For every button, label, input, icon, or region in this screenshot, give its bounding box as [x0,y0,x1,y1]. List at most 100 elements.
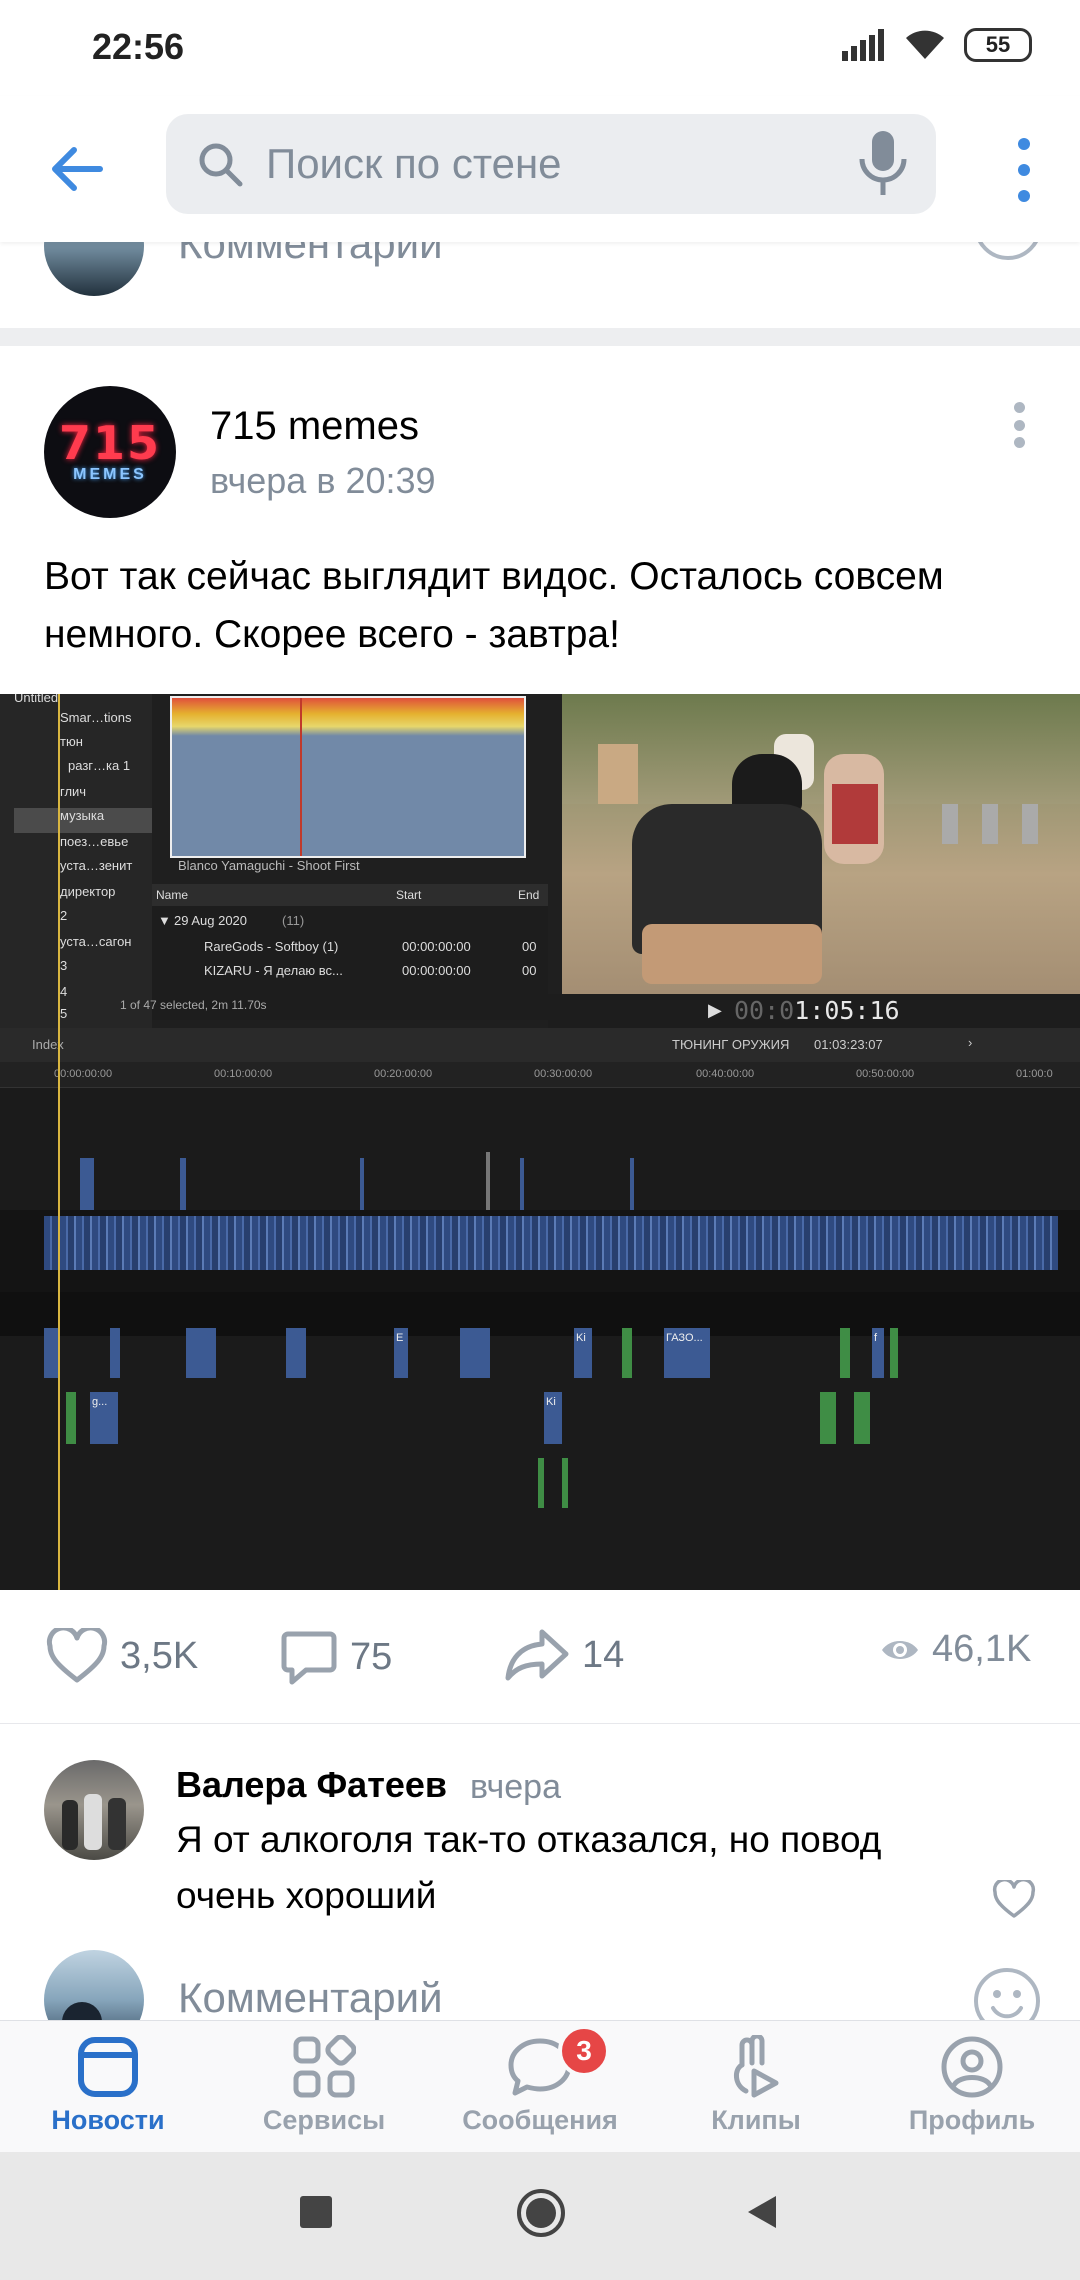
tab-label: Сервисы [262,2105,386,2135]
post-options-button[interactable] [1014,402,1026,448]
timecode-bar: ▶ 00:01:05:16 [548,994,1080,1028]
timecode-dim: 00:0 [734,996,795,1025]
recent-apps-icon[interactable] [296,2192,336,2232]
column-end: End [518,888,540,902]
home-icon[interactable] [514,2186,568,2240]
chevron-right-icon: › [968,1035,973,1050]
clip-list-header: Name Start End [152,884,548,906]
emoji-icon[interactable] [972,1966,1042,2020]
comment-button[interactable]: 75 [280,1628,392,1686]
library-item: глич [60,784,87,799]
clip-group-count: (11) [282,913,305,928]
comment-count: 75 [350,1635,393,1678]
comment-author[interactable]: Валера Фатеев [176,1764,447,1806]
heart-icon [46,1628,108,1683]
comment-time: вчера [470,1768,561,1806]
project-name: ТЮНИНГ ОРУЖИЯ [672,1037,790,1052]
tab-label: Новости [51,2105,165,2135]
status-bar: 22:56 55 [0,0,1080,96]
ruler-mark: 00:40:00:00 [696,1068,755,1080]
avatar-logo-number: 715 [58,416,162,470]
clip-label: Ki [576,1332,586,1344]
clip-label: E [396,1332,404,1344]
more-dot [1018,164,1030,176]
more-dot [1018,138,1030,150]
ruler-mark: 00:10:00:00 [214,1068,273,1080]
column-start: Start [396,888,422,902]
tab-clips[interactable]: Клипы [648,2021,864,2153]
bottom-tab-bar: Новости Сервисы 3 Сообщения Клипы Профил… [0,2020,1080,2152]
search-field[interactable]: Поиск по стене [166,114,936,214]
views-counter: 46,1K [880,1628,1031,1671]
battery-indicator: 55 [964,28,1032,62]
tab-label: Клипы [711,2105,801,2135]
post-time: вчера в 20:39 [210,460,436,501]
comment-input-row[interactable]: Комментарий [0,1944,1080,2020]
community-avatar[interactable]: 715 MEMES [44,386,176,518]
ruler-mark: 01:00:0 [1016,1068,1053,1080]
clip-group-row: ▼ 29 Aug 2020 (11) [158,913,305,928]
ruler-mark: 00:00:00:00 [54,1068,113,1080]
emoji-icon[interactable] [974,242,1042,260]
tab-services[interactable]: Сервисы [216,2021,432,2153]
comment-input[interactable]: Комментарий [178,1974,443,2020]
table-row: KIZARU - Я делаю вс... 00:00:00:00 00 [152,960,548,984]
share-count: 14 [582,1633,625,1676]
like-button[interactable]: 3,5K [46,1628,198,1684]
commenter-avatar[interactable] [44,1760,144,1860]
more-menu-button[interactable] [1012,138,1036,202]
share-arrow-icon [505,1629,569,1681]
clip-group-date: 29 Aug 2020 [174,913,248,928]
tab-news[interactable]: Новости [0,2021,216,2153]
post-separator [0,328,1080,346]
timeline-toolbar: Index ТЮНИНГ ОРУЖИЯ 01:03:23:07 › [0,1028,1080,1062]
views-count: 46,1K [932,1628,1032,1670]
library-item: музыка [14,808,152,833]
audio-waveform [170,696,526,858]
library-item: 3 [60,958,68,973]
search-icon [199,143,243,187]
status-time: 22:56 [92,26,185,67]
clip-start: 00:00:00:00 [402,963,471,978]
ruler-mark: 00:50:00:00 [856,1068,915,1080]
tab-label: Профиль [908,2105,1036,2135]
user-avatar [44,242,144,296]
clip-end: 00 [522,939,537,954]
services-grid-icon [293,2035,356,2098]
timecode-value: 1:05:16 [794,996,900,1025]
clip-end: 00 [522,963,537,978]
back-arrow-icon[interactable] [46,138,108,200]
more-dot [1018,190,1030,202]
post-image[interactable]: Untitled Smar…tions тюн разг…ка 1 глич м… [0,694,1080,1590]
post-author[interactable]: 715 memes [210,404,419,449]
column-name: Name [156,888,189,902]
clip-start: 00:00:00:00 [402,939,471,954]
system-navigation-bar [0,2152,1080,2280]
clip-name: RareGods - Softboy (1) [204,939,339,954]
messages-badge: 3 [558,2025,610,2077]
more-dot [1014,437,1025,448]
profile-icon [941,2036,1003,2098]
timeline-playhead [58,694,60,1590]
clip-label: Ki [546,1396,556,1408]
library-item: тюн [60,734,83,749]
post-actions: 3,5K 75 14 46,1K [0,1590,1080,1724]
microphone-icon[interactable] [856,129,910,199]
share-button[interactable]: 14 [504,1628,624,1682]
news-icon [78,2037,138,2097]
timecode-display: 00:01:05:16 [734,996,900,1025]
comment-like-icon[interactable] [992,1880,1036,1920]
timeline-ruler: 00:00:00:00 00:10:00:00 00:20:00:00 00:3… [0,1062,1080,1088]
more-dot [1014,402,1025,413]
back-triangle-icon[interactable] [742,2192,782,2232]
clip-label: g... [92,1396,108,1408]
previous-comment-input[interactable]: Комментарий [0,242,1080,328]
comment-placeholder[interactable]: Комментарий [178,242,443,268]
library-item: Smar…tions [60,710,132,725]
tab-profile[interactable]: Профиль [864,2021,1080,2153]
timeline-tracks: E Ki ГАЗО... f g... Ki [0,1088,1080,1590]
search-input[interactable]: Поиск по стене [266,140,856,188]
tab-messages[interactable]: 3 Сообщения [432,2021,648,2153]
tab-label: Сообщения [462,2105,618,2135]
wifi-icon [906,30,944,59]
